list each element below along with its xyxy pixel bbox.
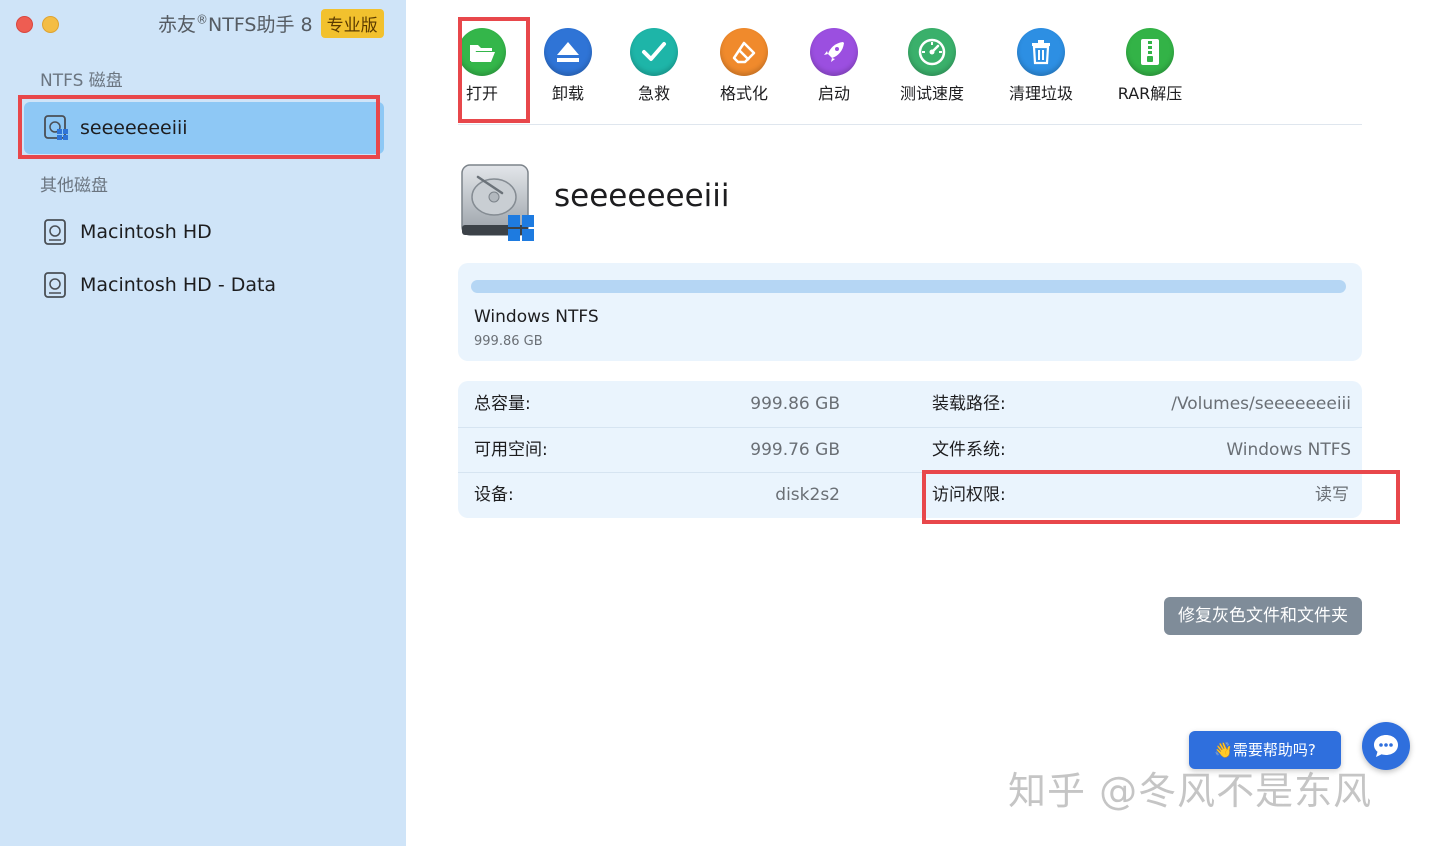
app-title-suffix: NTFS助手 8 [208,13,313,36]
sidebar-disk-seeeeeeeiii[interactable]: seeeeeeeiii [24,102,384,154]
toolbar-boot-label: 启动 [817,84,850,103]
ntfs-section-label: NTFS 磁盘 [40,71,123,91]
registered-mark: ® [196,12,209,27]
speedometer-icon [908,28,956,76]
folder-open-icon [458,28,506,76]
toolbar: 打开 卸载 急救 格式化 启动 测试速度 清理垃圾 RAR解压 [458,22,1362,106]
table-row: 设备: disk2s2 访问权限: 读写 [458,472,1362,518]
mount-path-label: 装载路径: [932,394,1006,414]
total-capacity-label: 总容量: [474,394,531,414]
filesystem-label: 文件系统: [932,440,1006,460]
toolbar-format-button[interactable]: 格式化 [720,28,768,104]
toolbar-rar-extract-button[interactable]: RAR解压 [1114,28,1186,104]
eject-icon [544,28,592,76]
toolbar-speed-test-label: 测试速度 [899,84,964,103]
toolbar-format-label: 格式化 [720,84,769,103]
access-permission-label: 访问权限: [932,485,1006,505]
free-space-label: 可用空间: [474,440,548,460]
windows-hard-drive-icon [461,164,534,241]
toolbar-boot-button[interactable]: 启动 [810,28,858,104]
disk-info-table: 总容量: 999.86 GB 装载路径: /Volumes/seeeeeeeii… [458,381,1362,518]
partition-card: Windows NTFS 999.86 GB [458,263,1362,361]
filesystem-value: Windows NTFS [1226,440,1351,460]
device-label: 设备: [474,485,514,505]
toolbar-clean-label: 清理垃圾 [1008,84,1073,103]
sidebar: 赤友®NTFS助手 8 专业版 NTFS 磁盘 seeeeeeeiii 其他磁盘… [0,0,406,846]
edition-badge: 专业版 [320,8,384,38]
trash-icon [1017,28,1065,76]
toolbar-first-aid-label: 急救 [637,84,670,103]
toolbar-clean-button[interactable]: 清理垃圾 [1005,28,1077,104]
sidebar-disk-macintosh-hd-data[interactable]: Macintosh HD - Data [24,259,384,311]
sidebar-disk-macintosh-hd[interactable]: Macintosh HD [24,206,384,258]
other-section-label: 其他磁盘 [40,176,108,196]
free-space-value: 999.76 GB [750,440,840,460]
mount-path-value: /Volumes/seeeeeeeiii [1171,394,1351,414]
table-row: 可用空间: 999.76 GB 文件系统: Windows NTFS [458,427,1362,473]
access-permission-value: 读写 [1315,485,1349,505]
window-close-button[interactable] [16,16,33,33]
app-title: 赤友®NTFS助手 8 专业版 [158,8,384,38]
partition-size: 999.86 GB [474,334,543,349]
checkmark-icon [630,28,678,76]
archive-icon [1126,28,1174,76]
repair-gray-files-button[interactable]: 修复灰色文件和文件夹 [1164,597,1362,635]
toolbar-speed-test-button[interactable]: 测试速度 [896,28,968,104]
chat-bubble-icon [1374,735,1398,757]
eraser-icon [720,28,768,76]
windows-disk-icon [44,115,68,140]
toolbar-unmount-button[interactable]: 卸载 [544,28,592,104]
toolbar-divider [458,124,1362,125]
partition-filesystem: Windows NTFS [474,307,599,327]
rocket-icon [810,28,858,76]
table-row: 总容量: 999.86 GB 装载路径: /Volumes/seeeeeeeii… [458,382,1362,427]
total-capacity-value: 999.86 GB [750,394,840,414]
toolbar-open-label: 打开 [465,84,498,103]
app-title-prefix: 赤友 [158,13,197,36]
partition-usage-bar [471,280,1346,293]
disk-icon [44,272,66,298]
toolbar-rar-extract-label: RAR解压 [1117,84,1183,103]
disk-icon [44,219,66,245]
toolbar-open-button[interactable]: 打开 [458,28,506,104]
device-value: disk2s2 [775,485,840,505]
disk-title: seeeeeeeiii [554,178,730,214]
toolbar-unmount-label: 卸载 [551,84,584,103]
toolbar-first-aid-button[interactable]: 急救 [630,28,678,104]
sidebar-disk-label: Macintosh HD - Data [80,274,277,296]
sidebar-disk-label: seeeeeeeiii [80,117,188,139]
sidebar-disk-label: Macintosh HD [80,221,212,243]
window-minimize-button[interactable] [42,16,59,33]
watermark: 知乎 @冬风不是东风 [1008,769,1373,813]
